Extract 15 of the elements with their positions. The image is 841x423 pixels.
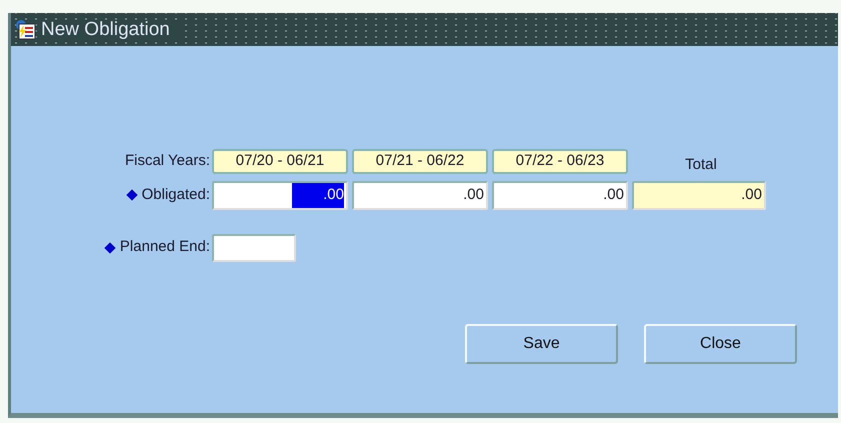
fiscal-year-cell: 07/20 - 06/21 [212, 148, 348, 174]
amount-field[interactable]: .00 [352, 180, 488, 210]
field-label: Obligated: [142, 184, 210, 205]
fiscal-year-cell: 07/21 - 06/22 [352, 148, 488, 174]
fiscal-year-cell: 07/22 - 06/23 [492, 148, 628, 174]
save-button[interactable]: Save [465, 324, 618, 364]
date-field[interactable] [212, 234, 296, 262]
amount-field[interactable]: .00 [212, 180, 348, 210]
total-field: .00 [632, 180, 766, 210]
field-label: Planned End: [120, 237, 210, 258]
field-label: Fiscal Years: [124, 151, 211, 171]
close-button[interactable]: Close [644, 324, 797, 364]
app-icon [15, 18, 37, 40]
amount-field[interactable]: .00 [492, 180, 628, 210]
column-header: Total [685, 155, 717, 175]
